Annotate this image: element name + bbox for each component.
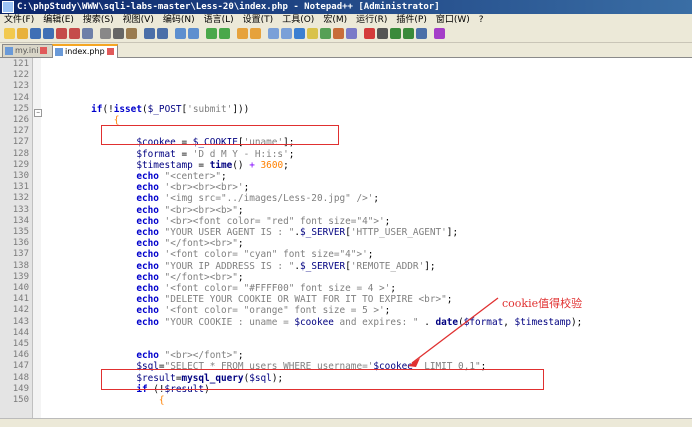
menu-bar: 文件(F) 编辑(E) 搜索(S) 视图(V) 编码(N) 语言(L) 设置(T) 工具(O)… (0, 14, 692, 26)
copy-icon[interactable] (113, 28, 124, 39)
sync-v-icon[interactable] (237, 28, 248, 39)
code-editor[interactable]: − 121 122 123 124 125 if(!isset($_POST['subm… (0, 58, 692, 426)
close-icon[interactable] (56, 28, 67, 39)
file-icon (5, 47, 13, 55)
menu-item[interactable]: 文件(F) (4, 15, 34, 25)
save-all-icon[interactable] (43, 28, 54, 39)
menu-item[interactable]: 设置(T) (243, 15, 274, 25)
run-macro-multiple-icon[interactable] (403, 28, 414, 39)
menu-item[interactable]: 编辑(E) (43, 15, 74, 25)
open-file-icon[interactable] (17, 28, 28, 39)
menu-item[interactable]: 窗口(W) (436, 15, 470, 25)
new-file-icon[interactable] (4, 28, 15, 39)
menu-item[interactable]: ? (479, 15, 484, 25)
save-macro-icon[interactable] (416, 28, 427, 39)
menu-item[interactable]: 视图(V) (123, 15, 154, 25)
spell-check-icon[interactable] (434, 28, 445, 39)
sync-h-icon[interactable] (250, 28, 261, 39)
menu-item[interactable]: 工具(O) (282, 15, 314, 25)
indent-guide-icon[interactable] (294, 28, 305, 39)
zoom-out-icon[interactable] (219, 28, 230, 39)
word-wrap-icon[interactable] (268, 28, 279, 39)
menu-item[interactable]: 语言(L) (204, 15, 234, 25)
tab-bar: my.ini index.php (0, 43, 692, 58)
paste-icon[interactable] (126, 28, 137, 39)
doc-map-icon[interactable] (307, 28, 318, 39)
find-icon[interactable] (175, 28, 186, 39)
window-title: C:\phpStudy\WWW\sqli-labs-master\Less-20… (17, 2, 440, 12)
record-macro-icon[interactable] (364, 28, 375, 39)
close-tab-icon[interactable] (40, 47, 48, 54)
file-icon (55, 48, 63, 56)
undo-icon[interactable] (144, 28, 155, 39)
close-all-icon[interactable] (69, 28, 80, 39)
tab-my-ini[interactable]: my.ini (2, 44, 58, 57)
annotation-text: cookie值得校验 (502, 297, 583, 310)
title-bar: C:\phpStudy\WWW\sqli-labs-master\Less-20… (0, 0, 692, 14)
print-icon[interactable] (82, 28, 93, 39)
save-icon[interactable] (30, 28, 41, 39)
redo-icon[interactable] (157, 28, 168, 39)
menu-item[interactable]: 插件(P) (396, 15, 426, 25)
tab-label: index.php (65, 47, 105, 56)
replace-icon[interactable] (188, 28, 199, 39)
toolbar (0, 26, 692, 43)
menu-item[interactable]: 宏(M) (323, 15, 347, 25)
stop-macro-icon[interactable] (377, 28, 388, 39)
show-all-chars-icon[interactable] (281, 28, 292, 39)
tab-label: my.ini (15, 46, 39, 55)
play-macro-icon[interactable] (390, 28, 401, 39)
menu-item[interactable]: 编码(N) (163, 15, 195, 25)
menu-item[interactable]: 运行(R) (356, 15, 387, 25)
notepadpp-app-icon (2, 0, 14, 13)
monitoring-icon[interactable] (346, 28, 357, 39)
folder-workspace-icon[interactable] (333, 28, 344, 39)
menu-item[interactable]: 搜索(S) (83, 15, 114, 25)
annotation-arrow (408, 297, 499, 367)
cut-icon[interactable] (100, 28, 111, 39)
tab-index-php[interactable]: index.php (52, 44, 118, 58)
close-tab-icon[interactable] (106, 48, 114, 55)
function-list-icon[interactable] (320, 28, 331, 39)
zoom-in-icon[interactable] (206, 28, 217, 39)
